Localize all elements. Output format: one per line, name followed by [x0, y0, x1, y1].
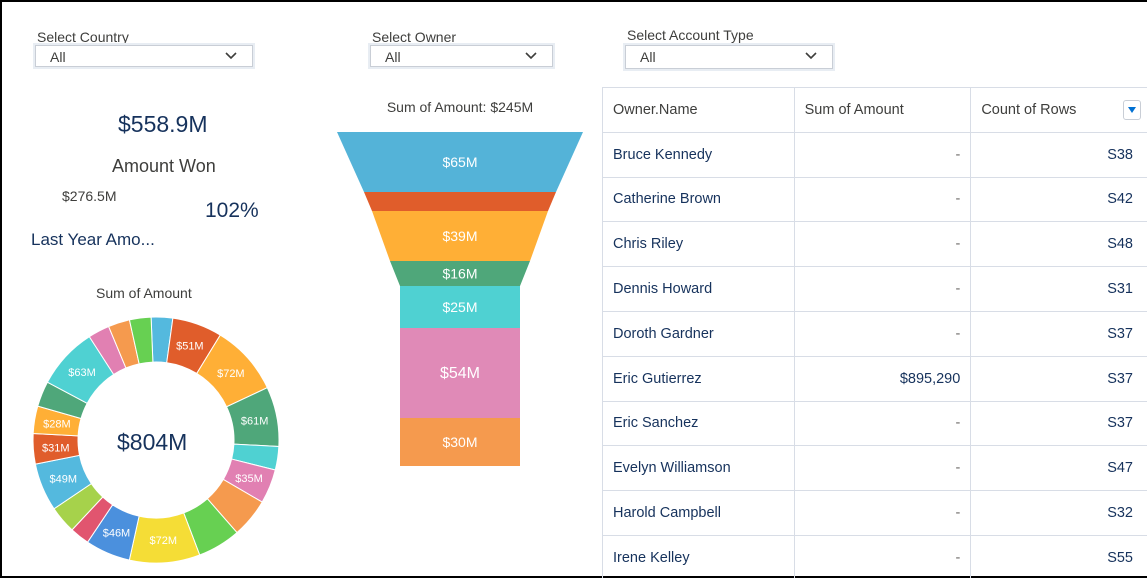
cell-sum-of-amount: -: [795, 311, 972, 356]
owner-table: Owner.Name Sum of Amount Count of Rows B…: [602, 87, 1147, 578]
owner-select[interactable]: All: [370, 45, 553, 67]
amount-won-label: Amount Won: [112, 156, 216, 176]
table-row[interactable]: Harold Campbell - S32: [603, 491, 1147, 536]
cell-sum-of-amount: -: [795, 177, 972, 222]
cell-count-of-rows: S32: [1107, 505, 1133, 522]
table-row[interactable]: Dennis Howard - S31: [603, 267, 1147, 312]
cell-count-of-rows: S37: [1107, 370, 1133, 387]
donut-slice-label: $46M: [103, 527, 131, 539]
cell-sum-of-amount: -: [795, 535, 972, 578]
funnel-segment-label: $54M: [440, 365, 480, 382]
funnel-segment-label: $65M: [442, 154, 477, 170]
cell-sum-of-amount: -: [795, 401, 972, 446]
funnel-segment[interactable]: [364, 192, 556, 211]
funnel-segment-label: $25M: [442, 299, 477, 315]
column-header-owner-name[interactable]: Owner.Name: [603, 88, 795, 132]
table-row[interactable]: Irene Kelley - S55: [603, 535, 1147, 578]
donut-slice-label: $51M: [176, 340, 204, 352]
cell-owner-name: Evelyn Williamson: [603, 446, 795, 491]
donut-slice-label: $49M: [49, 474, 77, 486]
cell-sum-of-amount: -: [795, 491, 972, 535]
cell-count-of-rows: S38: [1107, 146, 1133, 163]
owner-filter-label: Select Owner: [372, 29, 457, 45]
owner-filter[interactable]: Select Owner All: [370, 29, 553, 67]
funnel-title: Sum of Amount: $245M: [386, 99, 534, 115]
donut-total: $804M: [117, 429, 188, 455]
cell-count-of-rows: S31: [1107, 281, 1133, 298]
donut-slice-label: $72M: [149, 535, 177, 547]
cell-owner-name: Dennis Howard: [603, 267, 795, 311]
cell-sum-of-amount: -: [795, 446, 972, 491]
cell-owner-name: Irene Kelley: [603, 535, 795, 578]
account-type-filter-label: Select Account Type: [627, 27, 754, 43]
last-year-label: Last Year Amo...: [31, 230, 155, 249]
funnel-segment-label: $30M: [442, 434, 477, 450]
cell-count-of-rows: S48: [1107, 236, 1133, 253]
amount-won-value: $558.9M: [118, 111, 208, 137]
country-filter[interactable]: Select Country All: [35, 29, 253, 67]
cell-owner-name: Catherine Brown: [603, 177, 795, 222]
donut-slice-label: $35M: [235, 473, 263, 485]
chevron-down-icon: [525, 52, 537, 60]
column-header-count-of-rows[interactable]: Count of Rows: [971, 88, 1147, 132]
cell-count-of-rows: S37: [1107, 325, 1133, 342]
donut-slice-label: $63M: [68, 367, 96, 379]
cell-owner-name: Doroth Gardner: [603, 311, 795, 356]
table-row[interactable]: Doroth Gardner - S37: [603, 311, 1147, 357]
column-menu-button[interactable]: [1123, 100, 1141, 120]
cell-sum-of-amount: -: [795, 222, 972, 267]
donut-slice-label: $31M: [42, 442, 70, 454]
country-select[interactable]: All: [35, 45, 253, 67]
chevron-down-icon: [805, 52, 817, 60]
table-row[interactable]: Evelyn Williamson - S47: [603, 446, 1147, 492]
donut-slice-label: $72M: [217, 368, 245, 380]
last-year-value: $276.5M: [62, 188, 117, 204]
donut-slice-label: $28M: [43, 418, 71, 430]
country-select-value: All: [50, 49, 66, 65]
account-type-select[interactable]: All: [625, 45, 833, 69]
cell-sum-of-amount: -: [795, 267, 972, 311]
cell-owner-name: Eric Sanchez: [603, 401, 795, 446]
column-header-sum-of-amount[interactable]: Sum of Amount: [795, 88, 972, 132]
country-filter-label: Select Country: [37, 29, 129, 45]
chevron-down-icon: [225, 52, 237, 60]
table-row[interactable]: Eric Gutierrez $895,290 S37: [603, 356, 1147, 402]
cell-owner-name: Chris Riley: [603, 222, 795, 267]
table-row[interactable]: Bruce Kennedy - S38: [603, 132, 1147, 178]
account-type-select-value: All: [640, 49, 656, 65]
table-row[interactable]: Catherine Brown - S42: [603, 177, 1147, 223]
cell-owner-name: Harold Campbell: [603, 491, 795, 535]
table-row[interactable]: Eric Sanchez - S37: [603, 401, 1147, 447]
funnel-chart: $65M $39M $16M $25M $54M $30M: [337, 132, 583, 466]
donut-slice-label: $61M: [241, 416, 269, 428]
cell-owner-name: Bruce Kennedy: [603, 132, 795, 177]
cell-count-of-rows: S47: [1107, 460, 1133, 477]
account-type-filter[interactable]: Select Account Type All: [625, 27, 833, 69]
caret-down-icon: [1128, 107, 1136, 113]
owner-select-value: All: [385, 49, 401, 65]
cell-count-of-rows: S42: [1107, 191, 1133, 208]
cell-count-of-rows: S37: [1107, 415, 1133, 432]
table-row[interactable]: Chris Riley - S48: [603, 222, 1147, 268]
growth-percent: 102%: [205, 199, 259, 222]
cell-sum-of-amount: -: [795, 132, 972, 177]
cell-owner-name: Eric Gutierrez: [603, 356, 795, 401]
donut-title: Sum of Amount: [96, 285, 192, 301]
cell-count-of-rows: S55: [1107, 549, 1133, 566]
table-header-row: Owner.Name Sum of Amount Count of Rows: [603, 88, 1147, 133]
funnel-segment-label: $39M: [442, 228, 477, 244]
cell-sum-of-amount: $895,290: [795, 356, 972, 401]
funnel-segment-label: $16M: [442, 266, 477, 282]
